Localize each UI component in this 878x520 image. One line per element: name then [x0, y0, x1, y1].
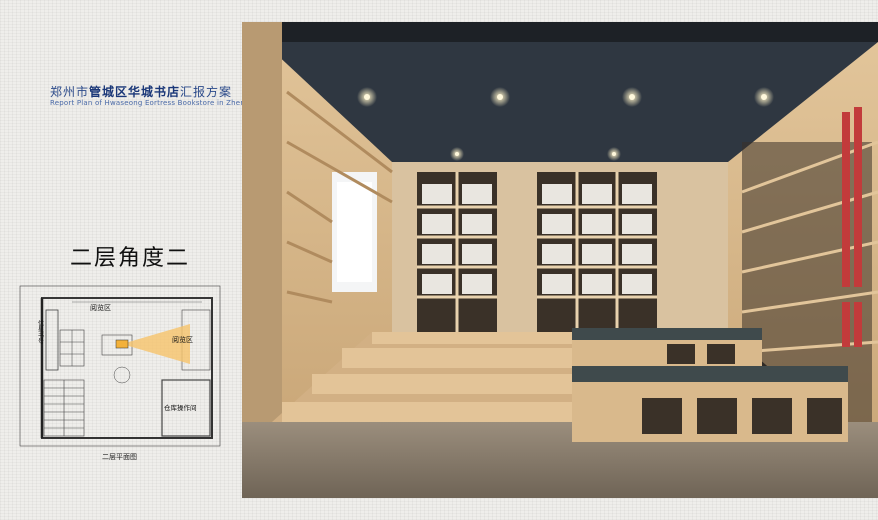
title-prefix: 郑州市	[50, 85, 90, 99]
view-cone	[122, 324, 190, 364]
plan-label-book: 优星书号	[37, 319, 44, 345]
plan-label-reading-top: 阅览区	[90, 303, 111, 312]
title-bold: 管城区华城书店	[89, 85, 181, 99]
report-title-cn: 郑州市管城区华城书店汇报方案	[50, 83, 232, 100]
bookstore-interior-render	[242, 22, 878, 498]
plan-label-storage: 仓库操作间	[164, 403, 197, 412]
plan-label-reading-right: 阅览区	[172, 335, 193, 344]
floor-plan-caption: 二层平面图	[102, 453, 137, 461]
section-title: 二层角度二	[70, 246, 191, 271]
title-suffix: 汇报方案	[180, 85, 233, 99]
floor-plan: 阅览区 阅览区 优星书号 仓库操作间	[19, 285, 221, 447]
